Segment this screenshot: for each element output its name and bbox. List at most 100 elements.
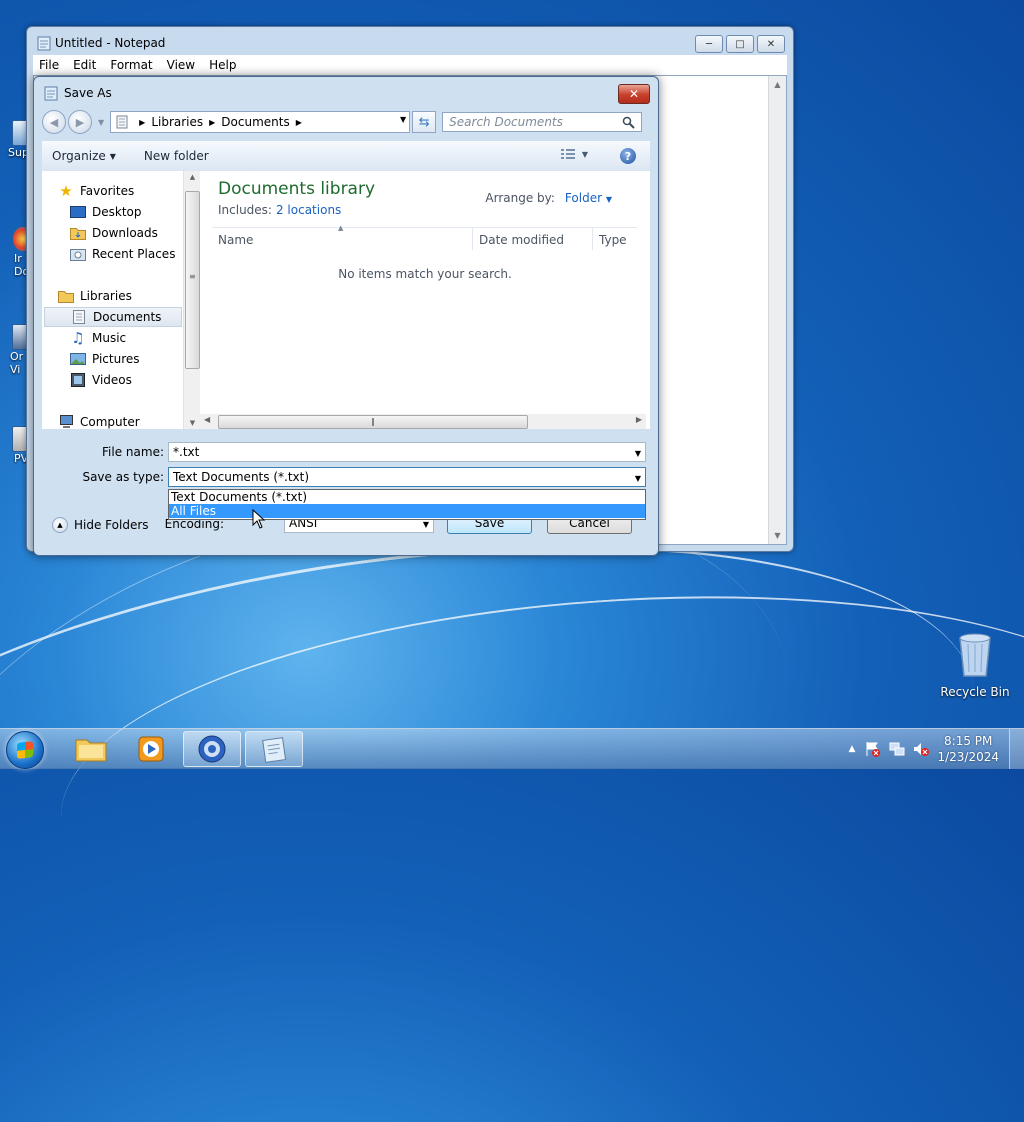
chevron-right-icon[interactable]: ▶: [296, 118, 302, 127]
pictures-icon: [70, 352, 86, 366]
menu-help[interactable]: Help: [203, 58, 242, 72]
action-center-icon[interactable]: [865, 741, 881, 757]
menu-file[interactable]: File: [33, 58, 65, 72]
nav-label: Computer: [80, 415, 140, 429]
close-icon: ✕: [628, 87, 640, 101]
chevron-right-icon[interactable]: ▶: [209, 118, 215, 127]
nav-label: Desktop: [92, 205, 142, 219]
column-type[interactable]: Type: [599, 233, 627, 247]
help-icon: ?: [624, 149, 632, 163]
address-bar[interactable]: ▶ Libraries ▶ Documents ▶ ▼: [110, 111, 411, 133]
chevron-down-icon[interactable]: ▼: [423, 520, 429, 529]
menu-format[interactable]: Format: [104, 58, 158, 72]
maximize-button[interactable]: □: [726, 35, 754, 53]
locations-link[interactable]: 2 locations: [276, 203, 341, 217]
show-desktop-button[interactable]: [1009, 729, 1024, 769]
search-placeholder: Search Documents: [449, 115, 563, 129]
volume-icon[interactable]: [913, 741, 930, 757]
breadcrumb-documents[interactable]: Documents: [221, 115, 289, 129]
refresh-button[interactable]: ⇆: [412, 111, 437, 133]
forward-button[interactable]: ▶: [68, 110, 92, 134]
start-button[interactable]: [6, 731, 44, 769]
file-list-horizontal-scrollbar[interactable]: ◀ ‖ ▶: [200, 414, 646, 429]
dialog-title: Save As: [64, 86, 112, 100]
minimize-button[interactable]: ─: [695, 35, 723, 53]
notepad-icon: [44, 86, 58, 101]
scroll-up-icon[interactable]: ▲: [769, 80, 786, 89]
scroll-thumb[interactable]: ≡: [185, 191, 200, 369]
organize-button[interactable]: Organize ▼: [42, 149, 126, 163]
arrange-by-dropdown[interactable]: Folder ▼: [565, 191, 612, 205]
nav-item-favorites[interactable]: ★ Favorites: [58, 181, 198, 201]
option-text-documents[interactable]: Text Documents (*.txt): [169, 490, 645, 504]
scroll-up-icon[interactable]: ▲: [184, 173, 201, 181]
nav-item-documents[interactable]: Documents: [44, 307, 182, 327]
nav-label: Videos: [92, 373, 132, 387]
scroll-thumb[interactable]: ‖: [218, 415, 528, 429]
navigation-bar: ◀ ▶ ▼ ▶ Libraries ▶ Documents ▶ ▼ ⇆ Sear…: [42, 109, 650, 135]
nav-label: Documents: [93, 310, 162, 324]
recent-pages-dropdown[interactable]: ▼: [98, 118, 104, 127]
taskbar-explorer[interactable]: [62, 731, 120, 767]
hide-folders-button[interactable]: ▲ Hide Folders: [52, 517, 149, 533]
nav-pane-scrollbar[interactable]: ▲ ≡ ▼: [183, 171, 201, 429]
dialog-close-button[interactable]: ✕: [618, 84, 650, 104]
new-folder-button[interactable]: New folder: [134, 149, 219, 163]
dialog-toolbar: Organize ▼ New folder ▼ ?: [42, 141, 650, 172]
network-icon[interactable]: [889, 741, 905, 757]
nav-item-libraries[interactable]: Libraries: [58, 286, 198, 306]
mouse-cursor-icon: [252, 509, 266, 529]
nav-item-computer[interactable]: Computer: [58, 412, 198, 432]
scroll-down-icon[interactable]: ▼: [184, 419, 201, 427]
scroll-left-icon[interactable]: ◀: [204, 415, 210, 424]
scroll-down-icon[interactable]: ▼: [769, 531, 786, 540]
show-hidden-icons[interactable]: ▲: [849, 744, 856, 754]
scroll-right-icon[interactable]: ▶: [636, 415, 642, 424]
library-includes: Includes: 2 locations: [218, 203, 341, 217]
hide-folders-label: Hide Folders: [74, 518, 149, 532]
column-date-modified[interactable]: Date modified: [479, 233, 564, 247]
taskbar-chrome[interactable]: [183, 731, 241, 767]
option-all-files[interactable]: All Files: [169, 504, 645, 518]
nav-label: Pictures: [92, 352, 140, 366]
address-dropdown-icon[interactable]: ▼: [400, 115, 406, 124]
column-name[interactable]: Name: [218, 233, 253, 247]
clock[interactable]: 8:15 PM 1/23/2024: [937, 733, 999, 765]
notepad-icon: [262, 737, 287, 763]
search-input[interactable]: Search Documents: [442, 112, 643, 132]
save-as-type-select[interactable]: Text Documents (*.txt) ▼: [168, 467, 646, 487]
nav-label: Recent Places: [92, 247, 176, 261]
desktop-icon: [70, 205, 86, 219]
browser-icon: [198, 735, 226, 763]
back-button[interactable]: ◀: [42, 110, 66, 134]
column-divider[interactable]: [592, 228, 593, 250]
file-name-input[interactable]: *.txt ▼: [168, 442, 646, 462]
close-button[interactable]: ✕: [757, 35, 785, 53]
nav-label: Music: [92, 331, 127, 345]
taskbar-media-player[interactable]: [122, 731, 180, 767]
wallpaper-swoosh: [0, 478, 1004, 1065]
help-button[interactable]: ?: [620, 148, 636, 164]
recycle-bin[interactable]: Recycle Bin: [935, 630, 1015, 699]
navigation-pane: ★ Favorites Desktop Downloads Recent Pla…: [42, 171, 201, 432]
menu-edit[interactable]: Edit: [67, 58, 102, 72]
maximize-icon: □: [735, 38, 745, 50]
view-details-icon: [560, 149, 575, 159]
wallpaper-swoosh: [48, 562, 1024, 1000]
arrange-value: Folder: [564, 191, 603, 205]
nav-label: Downloads: [92, 226, 158, 240]
music-icon: ♫: [71, 329, 85, 347]
refresh-icon: ⇆: [418, 114, 430, 130]
change-view-button[interactable]: ▼: [560, 148, 588, 160]
menu-view[interactable]: View: [161, 58, 201, 72]
taskbar-notepad[interactable]: [245, 731, 303, 767]
chevron-down-icon[interactable]: ▼: [635, 474, 641, 483]
arrange-label: Arrange by:: [485, 191, 555, 205]
column-divider[interactable]: [472, 228, 473, 250]
notepad-vertical-scrollbar[interactable]: ▲ ▼: [768, 76, 786, 544]
chevron-right-icon[interactable]: ▶: [139, 118, 145, 127]
star-icon: ★: [59, 182, 73, 200]
breadcrumb-libraries[interactable]: Libraries: [151, 115, 203, 129]
dialog-titlebar[interactable]: Save As: [44, 85, 112, 101]
chevron-down-icon[interactable]: ▼: [635, 449, 641, 458]
